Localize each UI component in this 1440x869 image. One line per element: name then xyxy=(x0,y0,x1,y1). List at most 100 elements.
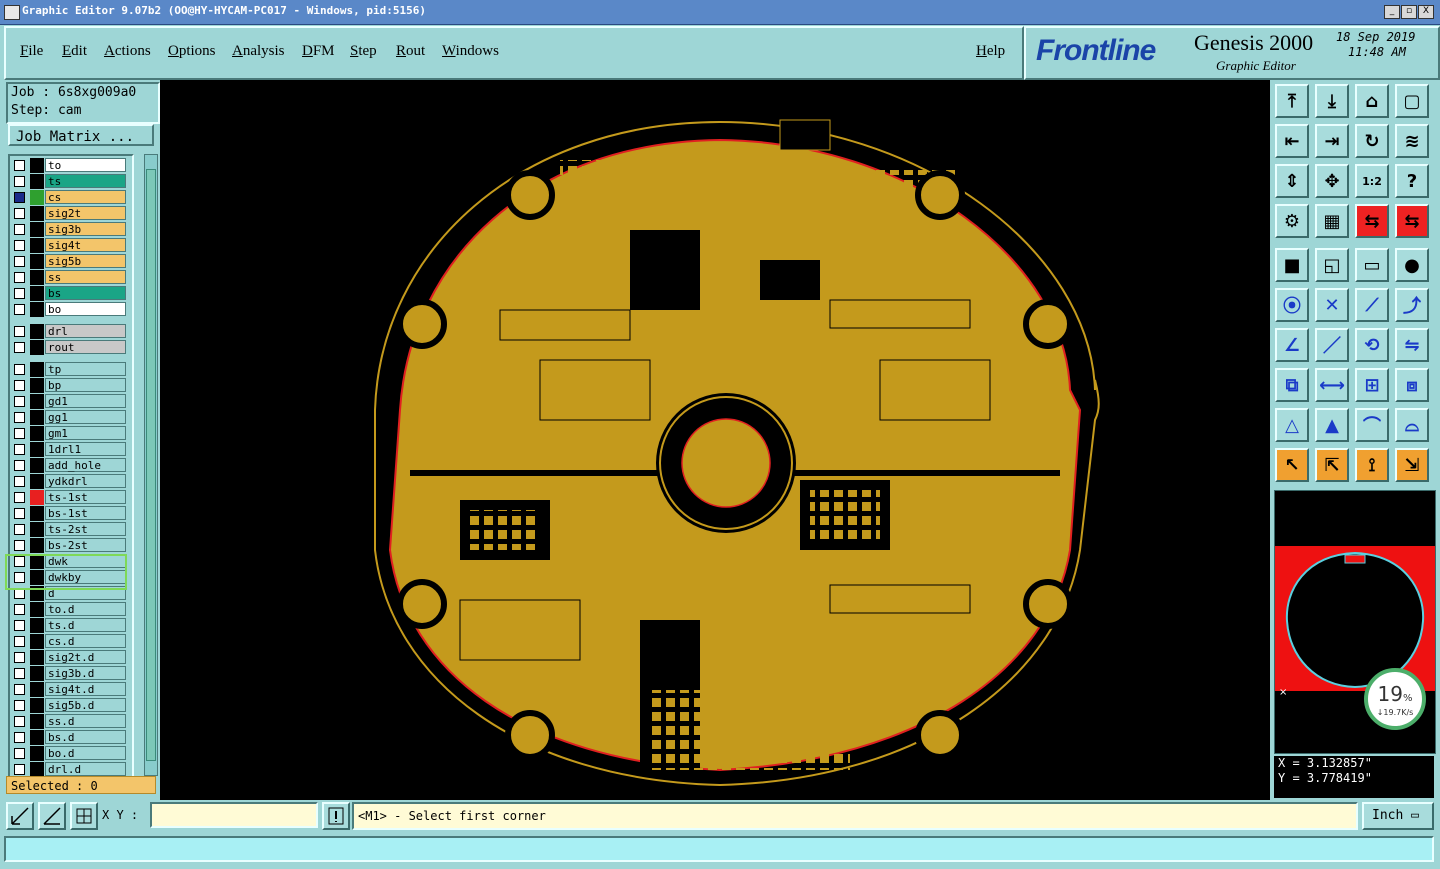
layer-name[interactable]: sig4t.d xyxy=(45,682,126,696)
arc-up-button[interactable]: ⌒ xyxy=(1355,408,1389,442)
layer-color-swatch[interactable] xyxy=(30,602,44,617)
layer-name[interactable]: sig5b.d xyxy=(45,698,126,712)
layer-row[interactable]: sig5b.d xyxy=(10,698,132,713)
layer-checkbox[interactable] xyxy=(14,700,25,711)
layer-row[interactable]: gg1 xyxy=(10,410,132,425)
layer-color-swatch[interactable] xyxy=(30,650,44,665)
layer-row[interactable]: ss.d xyxy=(10,714,132,729)
layer-color-swatch[interactable] xyxy=(30,506,44,521)
triangle-button[interactable]: △ xyxy=(1275,408,1309,442)
layer-checkbox[interactable] xyxy=(14,652,25,663)
layer-name[interactable]: bs xyxy=(45,286,126,300)
snap-button[interactable]: ≋ xyxy=(1395,124,1429,158)
layer-name[interactable]: bo.d xyxy=(45,746,126,760)
layer-color-swatch[interactable] xyxy=(30,474,44,489)
layer-color-swatch[interactable] xyxy=(30,490,44,505)
layer-checkbox[interactable] xyxy=(14,224,25,235)
move-button[interactable]: ⟷ xyxy=(1315,368,1349,402)
layer-name[interactable]: ts xyxy=(45,174,126,188)
layer-row[interactable]: sig5b xyxy=(10,254,132,269)
layer-color-swatch[interactable] xyxy=(30,302,44,317)
layer-name[interactable]: bs.d xyxy=(45,730,126,744)
close-button[interactable]: X xyxy=(1418,5,1434,19)
grid-button[interactable] xyxy=(70,802,98,830)
layer-name[interactable]: ts.d xyxy=(45,618,126,632)
layer-color-swatch[interactable] xyxy=(30,190,44,205)
select-box-button[interactable]: ⇱ xyxy=(1315,448,1349,482)
layer-row[interactable]: rout xyxy=(10,340,132,355)
layer-name[interactable]: gm1 xyxy=(45,426,126,440)
layer-name[interactable]: cs xyxy=(45,190,126,204)
layer-name[interactable]: ts-2st xyxy=(45,522,126,536)
layer-checkbox[interactable] xyxy=(14,396,25,407)
step-home-button[interactable]: ⌂ xyxy=(1355,84,1389,118)
snap-corner-button[interactable] xyxy=(6,802,34,830)
layer-checkbox[interactable] xyxy=(14,288,25,299)
layer-color-swatch[interactable] xyxy=(30,324,44,339)
layer-checkbox[interactable] xyxy=(14,176,25,187)
layer-checkbox[interactable] xyxy=(14,160,25,171)
layer-row[interactable]: bs-2st xyxy=(10,538,132,553)
layer-color-swatch[interactable] xyxy=(30,378,44,393)
layer-row[interactable]: to.d xyxy=(10,602,132,617)
help-button[interactable]: ? xyxy=(1395,164,1429,198)
layer-compare-button[interactable]: ⇆ xyxy=(1355,204,1389,238)
zoom-area-button[interactable]: ✥ xyxy=(1315,164,1349,198)
layer-name[interactable]: bs-1st xyxy=(45,506,126,520)
layer-name[interactable]: gg1 xyxy=(45,410,126,424)
layer-name[interactable]: sig3b xyxy=(45,222,126,236)
select-lasso-button[interactable]: ⟟ xyxy=(1355,448,1389,482)
pan-right-button[interactable]: ⇥ xyxy=(1315,124,1349,158)
layer-row[interactable]: gd1 xyxy=(10,394,132,409)
layer-color-swatch[interactable] xyxy=(30,698,44,713)
layer-color-swatch[interactable] xyxy=(30,222,44,237)
layer-row[interactable]: tp xyxy=(10,362,132,377)
layer-name[interactable]: ydkdrl xyxy=(45,474,126,488)
measure-button[interactable]: ⚙ xyxy=(1275,204,1309,238)
layer-row[interactable]: drl.d xyxy=(10,762,132,776)
ruler-button[interactable]: ▭ xyxy=(1355,248,1389,282)
layer-row[interactable]: sig4t.d xyxy=(10,682,132,697)
layer-name[interactable]: drl xyxy=(45,324,126,338)
layer-name[interactable]: rout xyxy=(45,340,126,354)
layer-checkbox[interactable] xyxy=(14,716,25,727)
layer-color-swatch[interactable] xyxy=(30,158,44,173)
layer-name[interactable]: ts-1st xyxy=(45,490,126,504)
layer-row[interactable]: sig3b xyxy=(10,222,132,237)
layer-color-swatch[interactable] xyxy=(30,362,44,377)
layer-color-swatch[interactable] xyxy=(30,340,44,355)
layer-checkbox[interactable] xyxy=(14,428,25,439)
snap-angle-button[interactable] xyxy=(38,802,66,830)
units-selector[interactable]: Inch ▭ xyxy=(1362,802,1434,830)
layer-checkbox[interactable] xyxy=(14,272,25,283)
arc-button[interactable]: ⟲ xyxy=(1355,328,1389,362)
layer-name[interactable]: cs.d xyxy=(45,634,126,648)
layer-row[interactable]: ss xyxy=(10,270,132,285)
layer-checkbox[interactable] xyxy=(14,364,25,375)
layer-name[interactable]: bs-2st xyxy=(45,538,126,552)
layer-color-swatch[interactable] xyxy=(30,538,44,553)
copy-button[interactable]: ⧉ xyxy=(1275,368,1309,402)
layer-checkbox[interactable] xyxy=(14,604,25,615)
select-net-button[interactable]: ⇲ xyxy=(1395,448,1429,482)
resize-button[interactable]: ⊞ xyxy=(1355,368,1389,402)
layer-checkbox[interactable] xyxy=(14,460,25,471)
layer-checkbox[interactable] xyxy=(14,732,25,743)
zoom-home-button[interactable]: ⤓ xyxy=(1315,84,1349,118)
layer-color-swatch[interactable] xyxy=(30,270,44,285)
layer-checkbox[interactable] xyxy=(14,620,25,631)
triangle-up-button[interactable]: ▲ xyxy=(1315,408,1349,442)
menu-file[interactable]: File xyxy=(20,43,43,60)
layer-name[interactable]: sig5b xyxy=(45,254,126,268)
layer-row[interactable]: sig2t xyxy=(10,206,132,221)
app-icon[interactable] xyxy=(4,5,20,20)
minimize-button[interactable]: _ xyxy=(1384,5,1400,19)
layer-color-swatch[interactable] xyxy=(30,254,44,269)
xy-input[interactable] xyxy=(150,802,318,828)
menu-help[interactable]: Help xyxy=(976,43,1005,60)
layer-name[interactable]: tp xyxy=(45,362,126,376)
layer-color-swatch[interactable] xyxy=(30,730,44,745)
layer-color-swatch[interactable] xyxy=(30,458,44,473)
layer-row[interactable]: drl xyxy=(10,324,132,339)
maximize-button[interactable]: ▫ xyxy=(1401,5,1417,19)
